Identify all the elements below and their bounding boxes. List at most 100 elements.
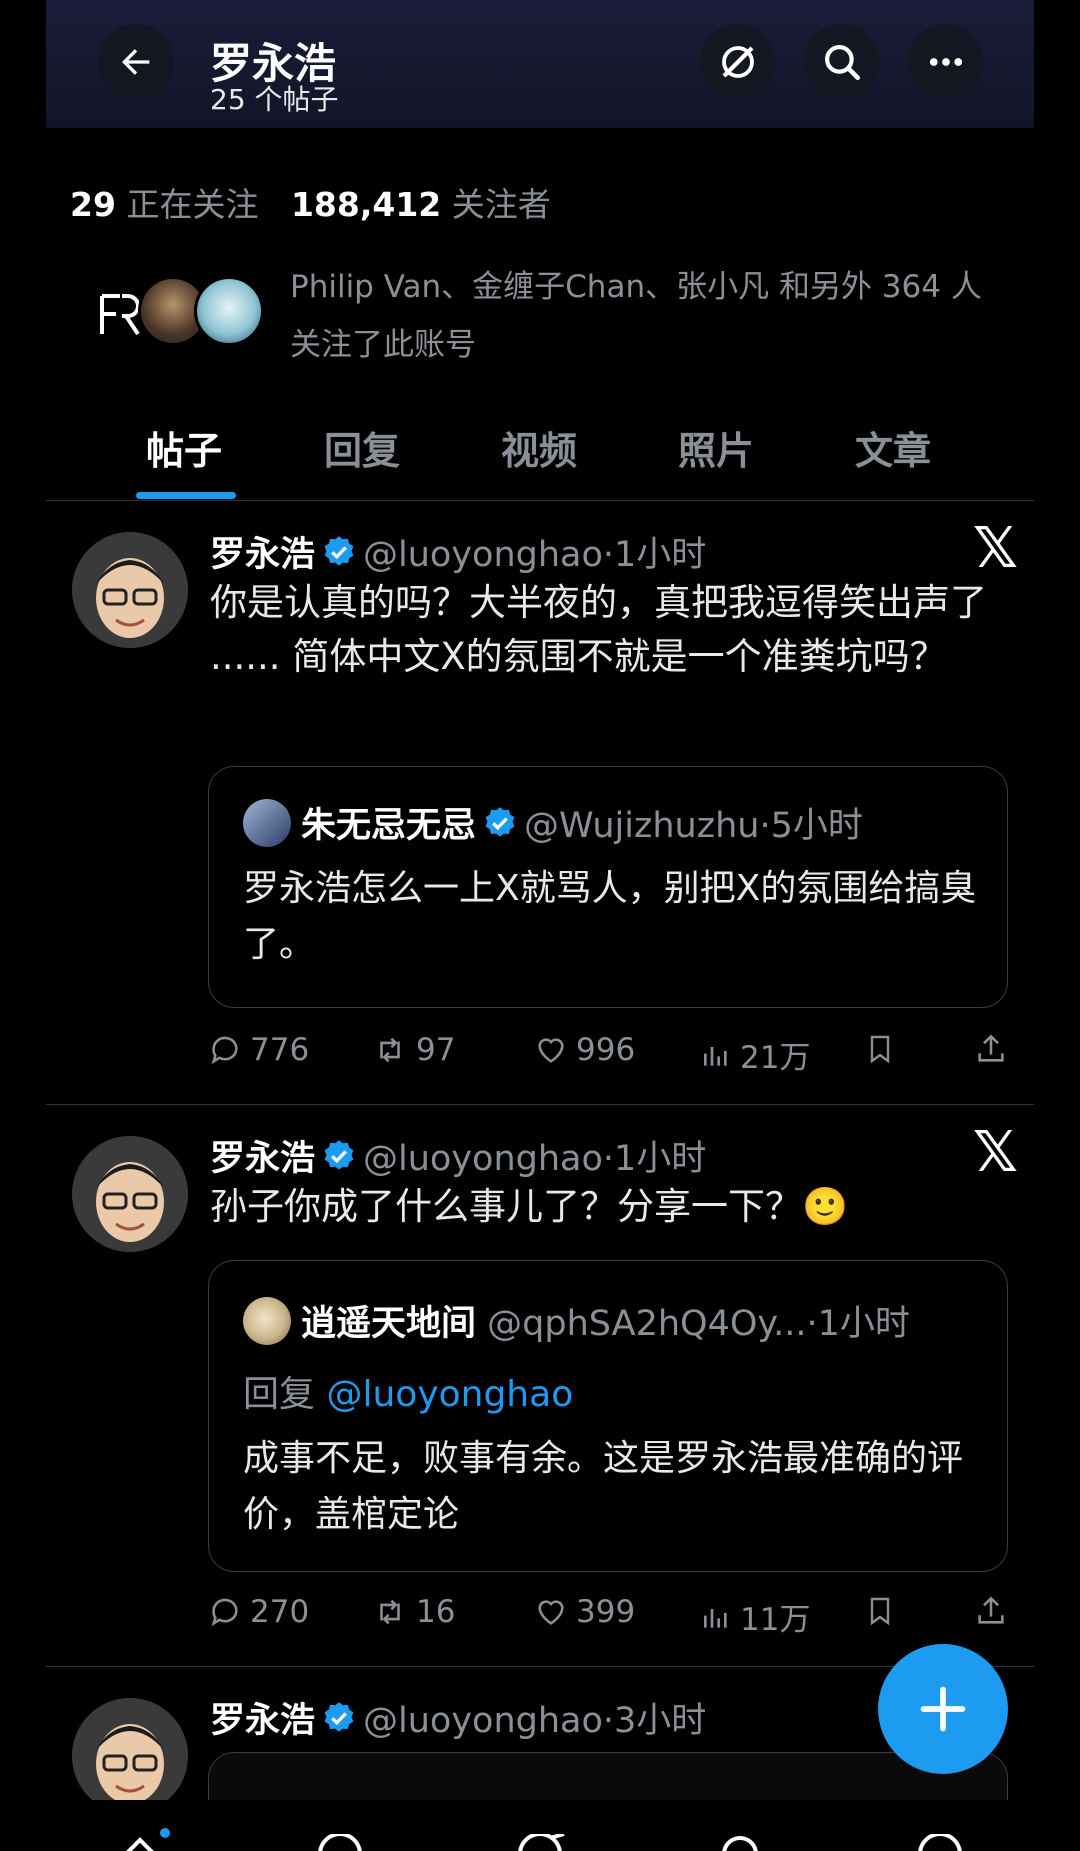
views-button[interactable]: 11万 [700,1594,810,1639]
verified-icon [324,536,354,566]
bookmark-button[interactable] [864,1594,904,1628]
quote-header: 逍遥天地间 @qphSA2hQ4Oy...·1小时 [243,1295,910,1346]
author-handle[interactable]: @luoyonghao [363,1139,603,1179]
post-count: 25 个帖子 [210,83,339,116]
post-time: ·1小时 [602,1139,707,1179]
divider [46,500,1034,501]
like-button[interactable]: 996 [534,1032,635,1068]
repost-button[interactable]: 97 [372,1032,455,1068]
quoted-post[interactable]: 逍遥天地间 @qphSA2hQ4Oy...·1小时 回复 @luoyonghao… [208,1260,1008,1572]
following-link[interactable]: 29 正在关注 [70,185,258,224]
repost-button[interactable]: 16 [372,1594,455,1630]
avatar-face [72,1698,188,1814]
post-time: ·3小时 [602,1701,707,1741]
follow-stats: 29 正在关注 188,412 关注者 [70,178,551,226]
mention-link[interactable]: @luoyonghao [326,1374,573,1415]
divider [46,1104,1034,1105]
avatar[interactable] [72,1136,188,1252]
reply-icon [211,1598,238,1627]
tab-posts[interactable]: 帖子 [146,420,222,475]
quote-header: 朱无忌无忌 @Wujizhuzhu·5小时 [243,797,863,848]
bottom-nav [0,1800,1080,1851]
grok-button[interactable] [700,24,776,100]
back-button[interactable] [98,24,174,100]
quote-author-name: 逍遥天地间 [301,1304,477,1344]
repost-icon [380,1599,400,1625]
avatar-face [72,1136,188,1252]
verified-icon [485,807,515,837]
like-icon [538,1038,564,1063]
like-icon [538,1600,564,1625]
quote-author-handle: @qphSA2hQ4Oy... [487,1304,807,1344]
search-icon [825,45,861,81]
home-icon[interactable] [110,1830,170,1851]
quoted-post[interactable]: 朱无忌无忌 @Wujizhuzhu·5小时 罗永浩怎么一上X就骂人，别把X的氛围给… [208,766,1008,1008]
grok-nav-icon[interactable] [510,1834,570,1851]
follower-avatar-3 [194,276,264,346]
more-icon [929,58,963,66]
quote-avatar [243,799,291,847]
tab-replies[interactable]: 回复 [324,420,400,475]
quote-author-name: 朱无忌无忌 [301,806,477,846]
like-button[interactable]: 399 [534,1594,635,1630]
search-nav-icon[interactable] [310,1834,370,1851]
followed-by-text: Philip Van、金缠子Chan、张小凡 和另外 364 人关注了此账号 [290,269,982,363]
author-name[interactable]: 罗永浩 [210,1139,315,1179]
tab-photos[interactable]: 照片 [678,420,754,475]
fr-logo-icon [100,294,140,336]
post-header: 罗永浩 @luoyonghao·1小时 [210,1130,706,1181]
reply-button[interactable]: 776 [208,1032,309,1068]
bookmark-button[interactable] [864,1032,904,1066]
communities-nav-icon[interactable] [710,1834,770,1851]
top-header: 罗永浩 25 个帖子 [46,0,1034,128]
active-tab-indicator [136,492,236,499]
author-name[interactable]: 罗永浩 [210,535,315,575]
avatar[interactable] [72,1698,188,1814]
author-name[interactable]: 罗永浩 [210,1701,315,1741]
back-arrow-icon [122,49,150,75]
grok-icon [722,46,754,78]
search-button[interactable] [804,24,880,100]
reply-icon [211,1036,238,1065]
share-icon [978,1034,1004,1062]
avatar-face [72,532,188,648]
verified-icon [324,1702,354,1732]
author-handle[interactable]: @luoyonghao [363,535,603,575]
compose-button[interactable] [878,1644,1008,1774]
quote-avatar [243,1297,291,1345]
post-header: 罗永浩 @luoyonghao·3小时 [210,1692,706,1743]
quote-text: 罗永浩怎么一上X就骂人，别把X的氛围给搞臭了。 [243,868,977,965]
followers-link[interactable]: 188,412 关注者 [291,185,551,224]
tab-articles[interactable]: 文章 [855,420,931,475]
reply-context: 回复 @luoyonghao [243,1374,574,1415]
post-actions: 776 97 996 21万 [208,1032,1018,1082]
quote-time: ·5小时 [759,806,863,846]
profile-tabs: 帖子 回复 视频 照片 文章 [46,410,1034,500]
post-header: 罗永浩 @luoyonghao·1小时 [210,526,706,577]
views-icon [704,1608,727,1628]
x-logo-icon: 𝕏 [972,516,1018,581]
quote-author-handle: @Wujizhuzhu [524,806,760,846]
avatar[interactable] [72,532,188,648]
tab-videos[interactable]: 视频 [501,420,577,475]
quote-text: 成事不足，败事有余。这是罗永浩最准确的评价，盖棺定论 [243,1438,964,1535]
bookmark-icon [870,1035,890,1064]
share-button[interactable] [974,1594,1016,1628]
notifications-nav-icon[interactable] [910,1834,970,1851]
post-text: 孙子你成了什么事儿了？分享一下？🙂 [210,1185,849,1228]
author-handle[interactable]: @luoyonghao [363,1701,603,1741]
views-button[interactable]: 21万 [700,1032,810,1077]
reply-button[interactable]: 270 [208,1594,309,1630]
post-text: 你是认真的吗？大半夜的，真把我逗得笑出声了 ...... 简体中文X的氛围不就是… [210,581,987,678]
quote-time: ·1小时 [806,1304,910,1344]
verified-icon [324,1140,354,1170]
plus-icon [920,1686,966,1732]
x-logo-icon: 𝕏 [972,1120,1018,1185]
more-button[interactable] [908,24,984,100]
post-time: ·1小时 [602,535,707,575]
views-icon [704,1046,727,1066]
repost-icon [380,1037,400,1063]
share-icon [978,1596,1004,1624]
share-button[interactable] [974,1032,1016,1066]
post-actions: 270 16 399 11万 [208,1594,1018,1644]
